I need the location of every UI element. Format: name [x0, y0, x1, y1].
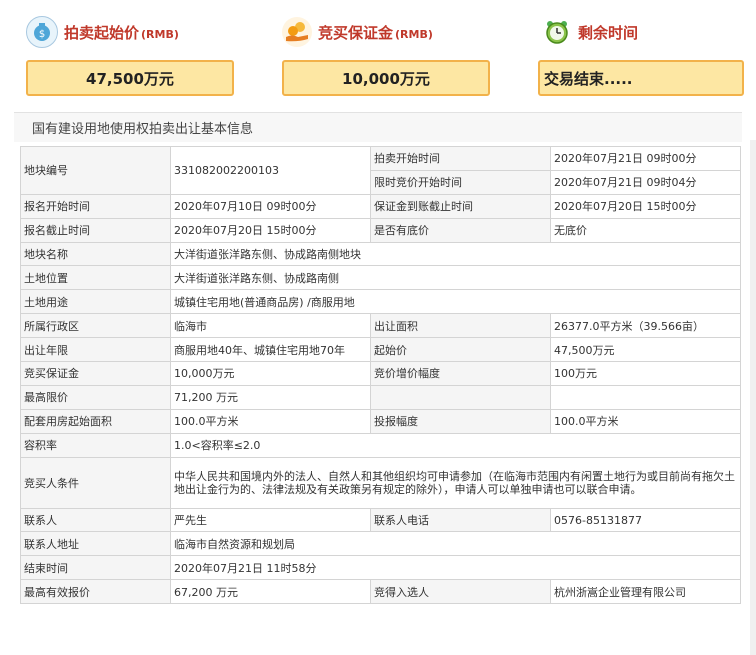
label-limit-start: 限时竞价开始时间	[370, 169, 551, 195]
value-term: 商服用地40年、城镇住宅用地70年	[170, 337, 371, 363]
empty-cell	[550, 384, 741, 410]
table-row: 配套用房起始面积 100.0平方米 投报幅度 100.0平方米	[20, 408, 741, 434]
value-end-time: 2020年07月21日 11时58分	[170, 555, 741, 581]
value-reg-end: 2020年07月20日 15时00分	[170, 217, 371, 243]
remaining-time-value: 交易结束.....	[538, 60, 744, 96]
value-max-price: 71,200 万元	[170, 384, 371, 410]
value-start-price: 47,500万元	[550, 337, 741, 363]
label-plot-name: 地块名称	[20, 241, 171, 267]
table-row: 土地用途 城镇住宅用地(普通商品房) /商服用地	[20, 289, 741, 315]
label-top-price: 最高有效报价	[20, 579, 171, 605]
label-location: 土地位置	[20, 265, 171, 291]
value-area: 26377.0平方米（39.566亩）	[550, 313, 741, 339]
table-row: 所属行政区 临海市 出让面积 26377.0平方米（39.566亩）	[20, 313, 741, 339]
value-contact-phone: 0576-85131877	[550, 507, 741, 533]
label-deposit-deadline: 保证金到账截止时间	[370, 193, 551, 219]
page-scrollbar[interactable]	[750, 140, 756, 655]
empty-cell	[370, 384, 551, 410]
label-plot-no: 地块编号	[20, 146, 171, 195]
label-increment: 竞价增价幅度	[370, 361, 551, 386]
deposit-head: 竞买保证金 (RMB)	[282, 14, 433, 50]
value-limit-start: 2020年07月21日 09时04分	[550, 169, 741, 195]
start-price-value: 47,500万元	[26, 60, 234, 96]
value-top-price: 67,200 万元	[170, 579, 371, 605]
label-contact: 联系人	[20, 507, 171, 533]
label-reg-end: 报名截止时间	[20, 217, 171, 243]
table-row: 最高有效报价 67,200 万元 竞得入选人 杭州浙嵩企业管理有限公司	[20, 579, 741, 605]
value-district: 临海市	[170, 313, 371, 339]
label-housing-step: 投报幅度	[370, 408, 551, 434]
label-winner: 竞得入选人	[370, 579, 551, 605]
label-housing-start: 配套用房起始面积	[20, 408, 171, 434]
coin-hand-icon	[282, 17, 312, 47]
remaining-time-title: 剩余时间	[578, 23, 639, 42]
label-reserve: 是否有底价	[370, 217, 551, 243]
value-usage: 城镇住宅用地(普通商品房) /商服用地	[170, 289, 741, 315]
alarm-clock-icon	[542, 17, 572, 47]
value-reserve: 无底价	[550, 217, 741, 243]
value-deposit-deadline: 2020年07月20日 15时00分	[550, 193, 741, 219]
table-row: 结束时间 2020年07月21日 11时58分	[20, 555, 741, 581]
label-deposit: 竞买保证金	[20, 361, 171, 386]
value-reg-start: 2020年07月10日 09时00分	[170, 193, 371, 219]
value-location: 大洋街道张洋路东侧、协成路南侧	[170, 265, 741, 291]
table-row: 土地位置 大洋街道张洋路东侧、协成路南侧	[20, 265, 741, 291]
section-title: 国有建设用地使用权拍卖出让基本信息	[14, 112, 742, 142]
money-bag-icon: $	[26, 16, 58, 48]
table-row: 出让年限 商服用地40年、城镇住宅用地70年 起始价 47,500万元	[20, 337, 741, 363]
label-end-time: 结束时间	[20, 555, 171, 581]
label-bidder-cond: 竞买人条件	[20, 456, 171, 509]
label-reg-start: 报名开始时间	[20, 193, 171, 219]
start-price-title: 拍卖起始价 (RMB)	[64, 23, 179, 42]
start-price-card: $ 拍卖起始价 (RMB) 47,500万元	[26, 0, 234, 105]
svg-text:$: $	[39, 29, 45, 40]
label-contact-phone: 联系人电话	[370, 507, 551, 533]
remaining-time-head: 剩余时间	[542, 14, 638, 50]
value-contact-addr: 临海市自然资源和规划局	[170, 531, 741, 557]
label-usage: 土地用途	[20, 289, 171, 315]
table-row: 竞买人条件 中华人民共和国境内外的法人、自然人和其他组织均可申请参加（在临海市范…	[20, 456, 741, 509]
table-row: 地块编号 331082002200103 拍卖开始时间 2020年07月21日 …	[20, 146, 741, 195]
start-price-head: $ 拍卖起始价 (RMB)	[26, 14, 179, 50]
table-row: 联系人地址 临海市自然资源和规划局	[20, 531, 741, 557]
summary-header: $ 拍卖起始价 (RMB) 47,500万元 竞买保证金 (RMB) 10,000万…	[0, 0, 756, 110]
land-info-table: 地块编号 331082002200103 拍卖开始时间 2020年07月21日 …	[20, 146, 741, 605]
value-winner: 杭州浙嵩企业管理有限公司	[550, 579, 741, 605]
label-start-price: 起始价	[370, 337, 551, 363]
label-district: 所属行政区	[20, 313, 171, 339]
label-far: 容积率	[20, 432, 171, 458]
label-term: 出让年限	[20, 337, 171, 363]
value-bidder-cond: 中华人民共和国境内外的法人、自然人和其他组织均可申请参加（在临海市范围内有闲置土…	[170, 456, 741, 509]
value-plot-no: 331082002200103	[170, 146, 371, 195]
table-row: 最高限价 71,200 万元	[20, 384, 741, 410]
value-housing-step: 100.0平方米	[550, 408, 741, 434]
label-area: 出让面积	[370, 313, 551, 339]
table-row: 报名截止时间 2020年07月20日 15时00分 是否有底价 无底价	[20, 217, 741, 243]
value-contact: 严先生	[170, 507, 371, 533]
table-row: 地块名称 大洋街道张洋路东侧、协成路南侧地块	[20, 241, 741, 267]
label-auction-start: 拍卖开始时间	[370, 146, 551, 171]
label-contact-addr: 联系人地址	[20, 531, 171, 557]
deposit-card: 竞买保证金 (RMB) 10,000万元	[282, 0, 490, 105]
deposit-title: 竞买保证金 (RMB)	[318, 23, 433, 42]
table-row: 竞买保证金 10,000万元 竞价增价幅度 100万元	[20, 361, 741, 386]
value-auction-start: 2020年07月21日 09时00分	[550, 146, 741, 171]
table-row: 容积率 1.0<容积率≤2.0	[20, 432, 741, 458]
value-increment: 100万元	[550, 361, 741, 386]
remaining-time-card: 剩余时间 交易结束.....	[538, 0, 744, 105]
value-deposit: 10,000万元	[170, 361, 371, 386]
table-row: 报名开始时间 2020年07月10日 09时00分 保证金到账截止时间 2020…	[20, 193, 741, 219]
value-housing-start: 100.0平方米	[170, 408, 371, 434]
deposit-value: 10,000万元	[282, 60, 490, 96]
value-plot-name: 大洋街道张洋路东侧、协成路南侧地块	[170, 241, 741, 267]
table-row: 联系人 严先生 联系人电话 0576-85131877	[20, 507, 741, 533]
value-far: 1.0<容积率≤2.0	[170, 432, 741, 458]
label-max-price: 最高限价	[20, 384, 171, 410]
